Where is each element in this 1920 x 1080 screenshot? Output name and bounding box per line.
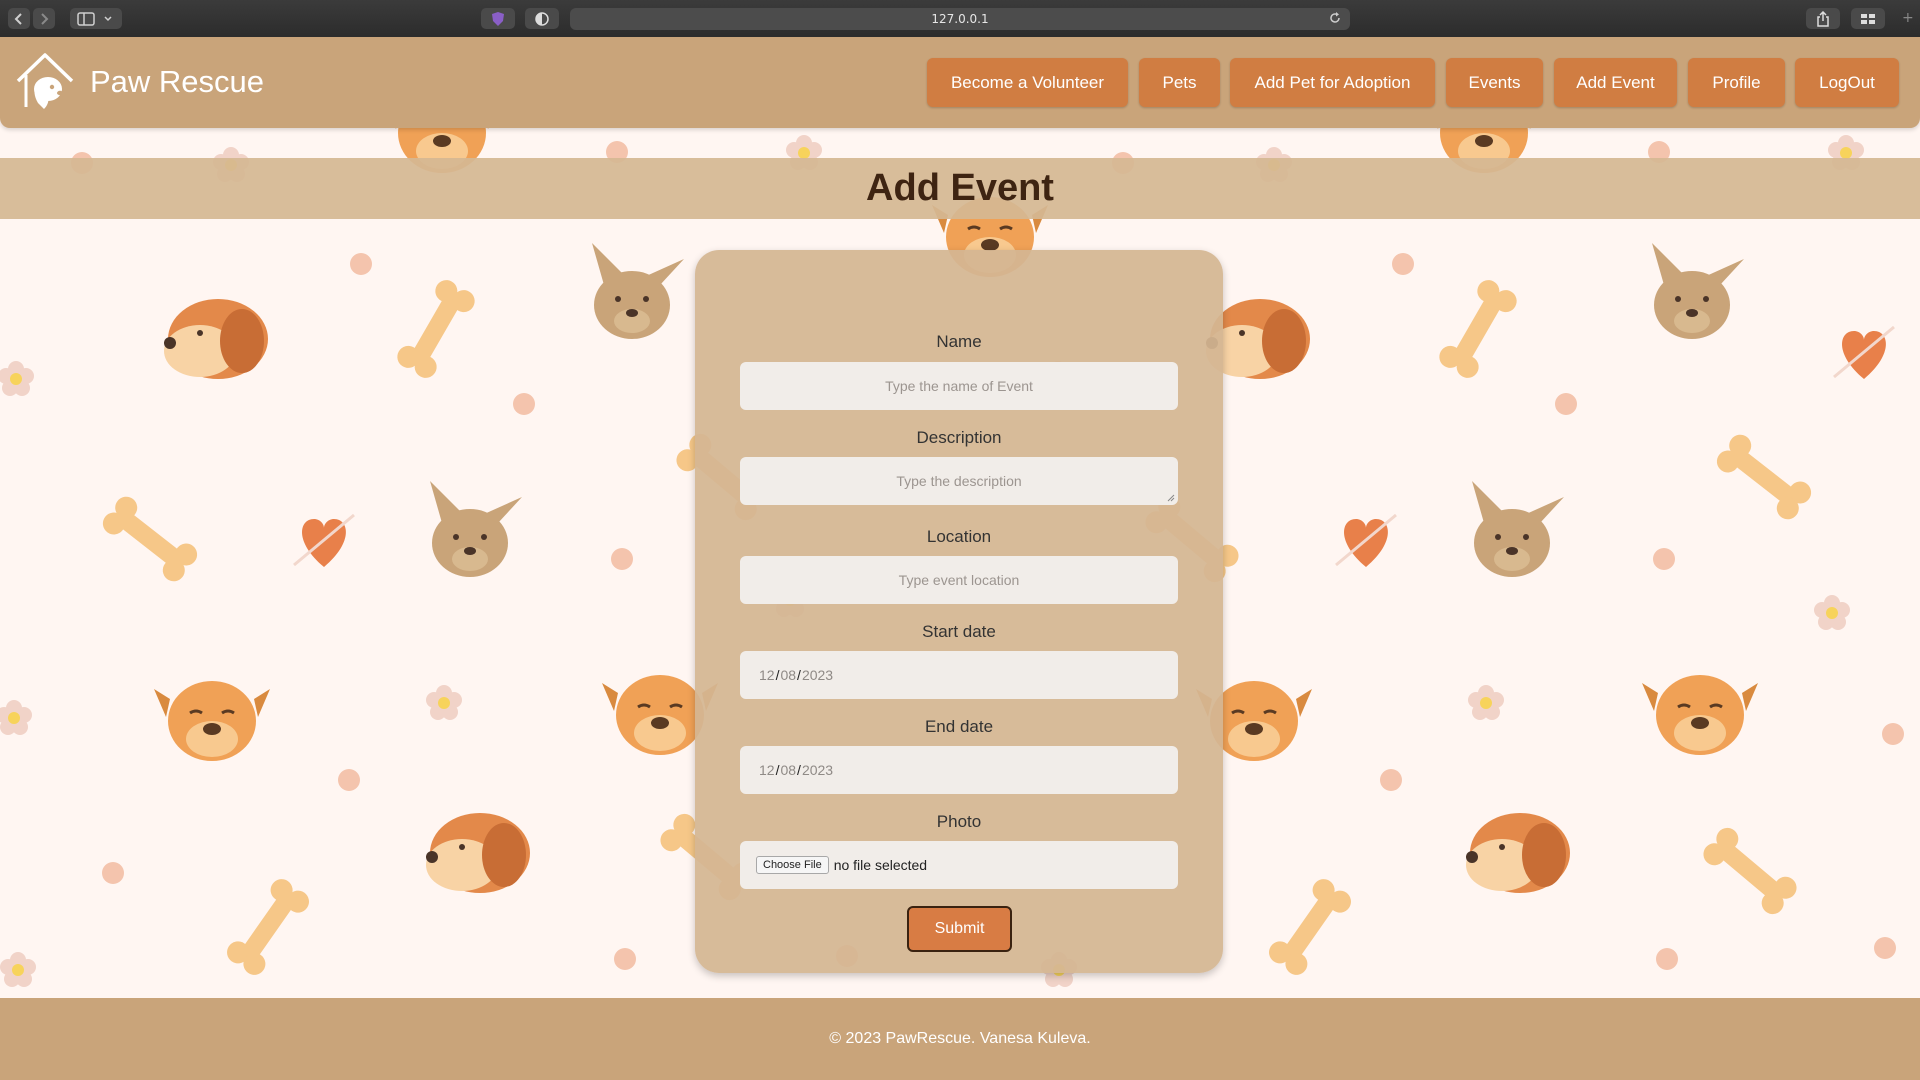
back-button[interactable] [8, 8, 30, 29]
choose-file-button[interactable]: Choose File [756, 856, 829, 874]
share-icon [1817, 10, 1829, 27]
url-text: 127.0.0.1 [931, 12, 989, 26]
title-band: Add Event [0, 158, 1920, 219]
navbar: Paw Rescue Become a Volunteer Pets Add P… [0, 37, 1920, 128]
description-textarea[interactable]: Type the description [740, 457, 1178, 505]
page-title: Add Event [866, 167, 1054, 209]
nav-logout[interactable]: LogOut [1795, 58, 1899, 107]
sidebar-icon [77, 11, 112, 26]
footer-copyright: © 2023 PawRescue. Vanesa Kuleva. [829, 1030, 1091, 1047]
end-date-day[interactable]: 08 [780, 762, 796, 778]
nav-add-event[interactable]: Add Event [1554, 58, 1677, 107]
new-tab-icon[interactable]: + [1902, 10, 1914, 26]
photo-file-input: Choose File no file selected [740, 841, 1178, 889]
page-viewport: Paw Rescue Become a Volunteer Pets Add P… [0, 37, 1920, 1080]
file-status: no file selected [833, 857, 928, 873]
name-label: Name [936, 332, 982, 351]
end-date-month[interactable]: 12 [759, 762, 775, 778]
privacy-shield-button[interactable] [481, 8, 515, 29]
start-date-month[interactable]: 12 [759, 667, 775, 683]
share-button[interactable] [1806, 8, 1840, 29]
browser-toolbar: 127.0.0.1 + [0, 0, 1920, 38]
start-date-day[interactable]: 08 [780, 667, 796, 683]
end-date-year[interactable]: 2023 [802, 762, 833, 778]
nav-become-volunteer[interactable]: Become a Volunteer [927, 58, 1128, 107]
nav-events[interactable]: Events [1446, 58, 1543, 107]
photo-label: Photo [936, 812, 982, 831]
end-date-label: End date [924, 717, 994, 736]
chevron-right-icon [41, 12, 49, 25]
shield-icon [492, 11, 504, 26]
chevron-left-icon [14, 12, 22, 25]
brand-name: Paw Rescue [90, 64, 265, 99]
location-input[interactable]: Type event location [740, 556, 1178, 604]
start-date-input[interactable]: 12/08/2023 [740, 651, 1178, 699]
grid-icon [1861, 13, 1875, 24]
tab-overview-button[interactable] [1851, 8, 1885, 29]
nav-profile[interactable]: Profile [1688, 58, 1785, 107]
description-placeholder: Type the description [896, 473, 1022, 489]
contrast-icon [535, 11, 549, 26]
start-date-year[interactable]: 2023 [802, 667, 833, 683]
nav-pets[interactable]: Pets [1139, 58, 1220, 107]
footer: © 2023 PawRescue. Vanesa Kuleva. [0, 998, 1920, 1080]
address-bar[interactable]: 127.0.0.1 [570, 8, 1350, 30]
end-date-input[interactable]: 12/08/2023 [740, 746, 1178, 794]
paw-rescue-logo-icon [16, 53, 74, 109]
forward-button[interactable] [33, 8, 55, 29]
nav-add-pet-for-adoption[interactable]: Add Pet for Adoption [1230, 58, 1435, 107]
location-label: Location [926, 527, 992, 546]
name-input[interactable]: Type the name of Event [740, 362, 1178, 410]
description-label: Description [916, 428, 1002, 447]
resize-handle-icon[interactable] [1167, 494, 1175, 502]
sidebar-toggle-button[interactable] [70, 8, 122, 29]
submit-button[interactable]: Submit [907, 906, 1012, 952]
brand-link[interactable]: Paw Rescue [14, 51, 264, 113]
start-date-label: Start date [922, 622, 996, 641]
reload-icon[interactable] [1328, 11, 1342, 25]
reader-button[interactable] [525, 8, 559, 29]
add-event-form: Name Type the name of Event Description … [695, 250, 1223, 973]
